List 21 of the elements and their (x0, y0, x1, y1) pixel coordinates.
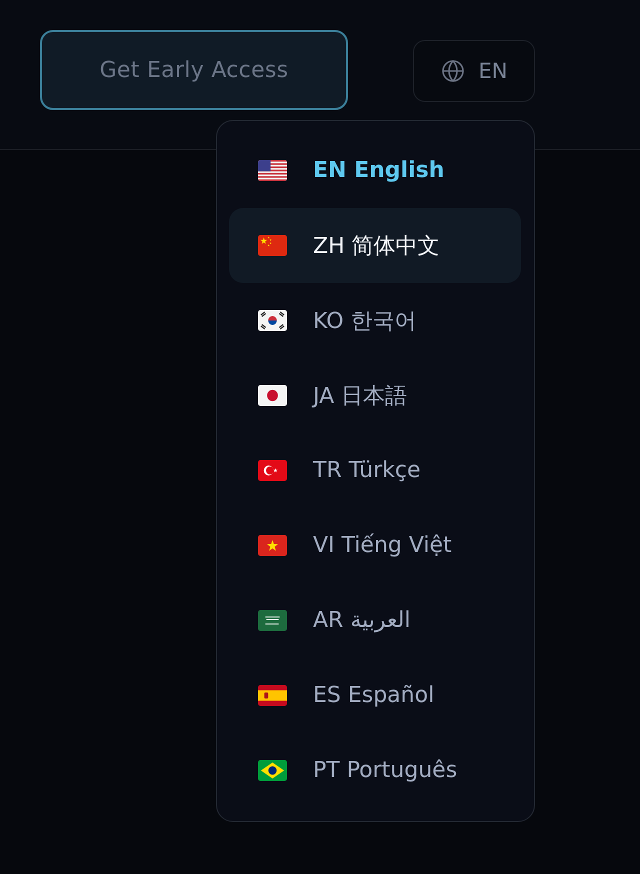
spain-flag-icon (258, 685, 287, 706)
saudi-arabia-flag-icon (258, 610, 287, 631)
language-button[interactable]: EN (413, 40, 535, 102)
language-option[interactable]: KO 한국어 (229, 283, 521, 358)
language-option[interactable]: ZH 简体中文 (229, 208, 521, 283)
japan-flag-icon (258, 385, 287, 406)
vietnam-flag-icon (258, 535, 287, 556)
language-option[interactable]: PT Português (229, 733, 521, 808)
language-option[interactable]: TR Türkçe (229, 433, 521, 508)
brazil-flag-icon (258, 760, 287, 781)
globe-icon (440, 59, 464, 83)
language-option[interactable]: ES Español (229, 658, 521, 733)
us-flag-icon (258, 160, 287, 181)
language-option[interactable]: EN English (229, 133, 521, 208)
turkey-flag-icon (258, 460, 287, 481)
china-flag-icon (258, 235, 287, 256)
language-option[interactable]: JA 日本語 (229, 358, 521, 433)
south-korea-flag-icon (258, 310, 287, 331)
language-option[interactable]: VI Tiếng Việt (229, 508, 521, 583)
language-option[interactable]: AR العربية (229, 583, 521, 658)
get-early-access-button[interactable]: Get Early Access (40, 30, 348, 110)
